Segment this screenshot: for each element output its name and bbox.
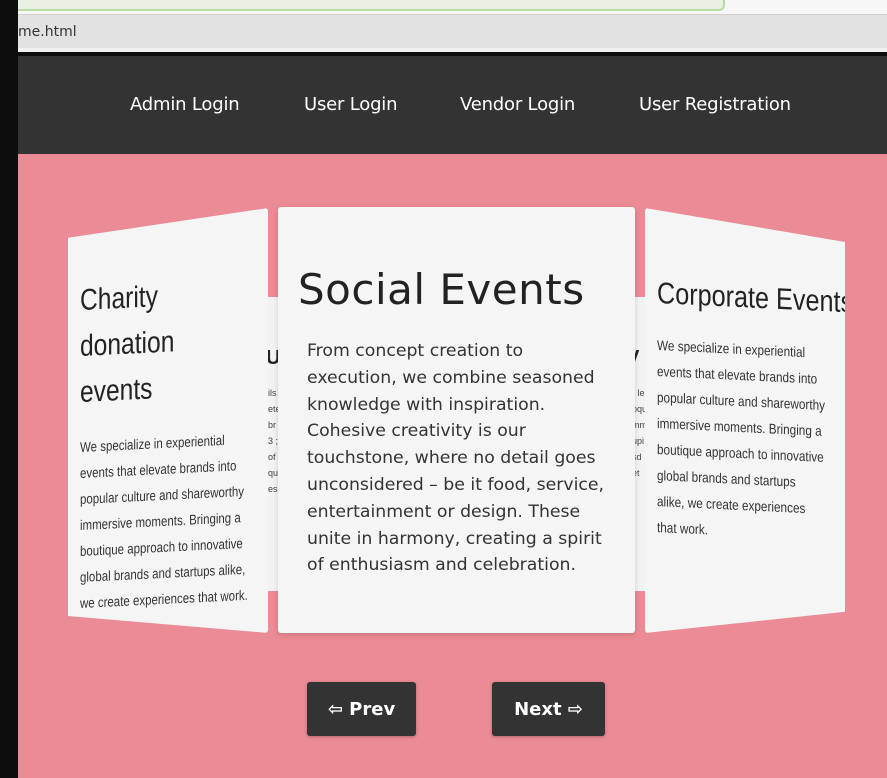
card-corporate-events[interactable]: Corporate Events We specialize in experi… — [645, 208, 845, 633]
nav-user-login[interactable]: User Login — [304, 94, 398, 115]
card-social-events[interactable]: Social Events From concept creation to e… — [278, 207, 635, 633]
card-title: Corporate Events — [657, 277, 854, 320]
address-bar[interactable]: me.html — [18, 14, 887, 52]
card-charity-donation-events[interactable]: Charity donation events We specialize in… — [68, 208, 268, 633]
card-body: We specialize in experiential events tha… — [80, 431, 248, 611]
nav-user-registration[interactable]: User Registration — [639, 94, 791, 115]
next-button[interactable]: Next ⇨ — [492, 682, 605, 736]
card-title: Social Events — [298, 265, 585, 314]
tab-strip — [18, 0, 725, 11]
card-body: From concept creation to execution, we c… — [307, 341, 605, 576]
url-text: me.html — [18, 24, 77, 40]
card-title: Charity donation events — [80, 280, 175, 409]
card-body: We specialize in experiential events tha… — [657, 337, 826, 538]
desktop-edge — [0, 0, 18, 778]
nav-admin-login[interactable]: Admin Login — [130, 94, 240, 115]
prev-button[interactable]: ⇦ Prev — [307, 682, 416, 736]
nav-vendor-login[interactable]: Vendor Login — [460, 94, 575, 115]
browser-top-edge — [18, 0, 887, 14]
event-carousel: U ilsetebr3 ;of rquesc V - leoqummupisde… — [18, 154, 887, 778]
top-navigation: Admin Login User Login Vendor Login User… — [18, 56, 887, 154]
